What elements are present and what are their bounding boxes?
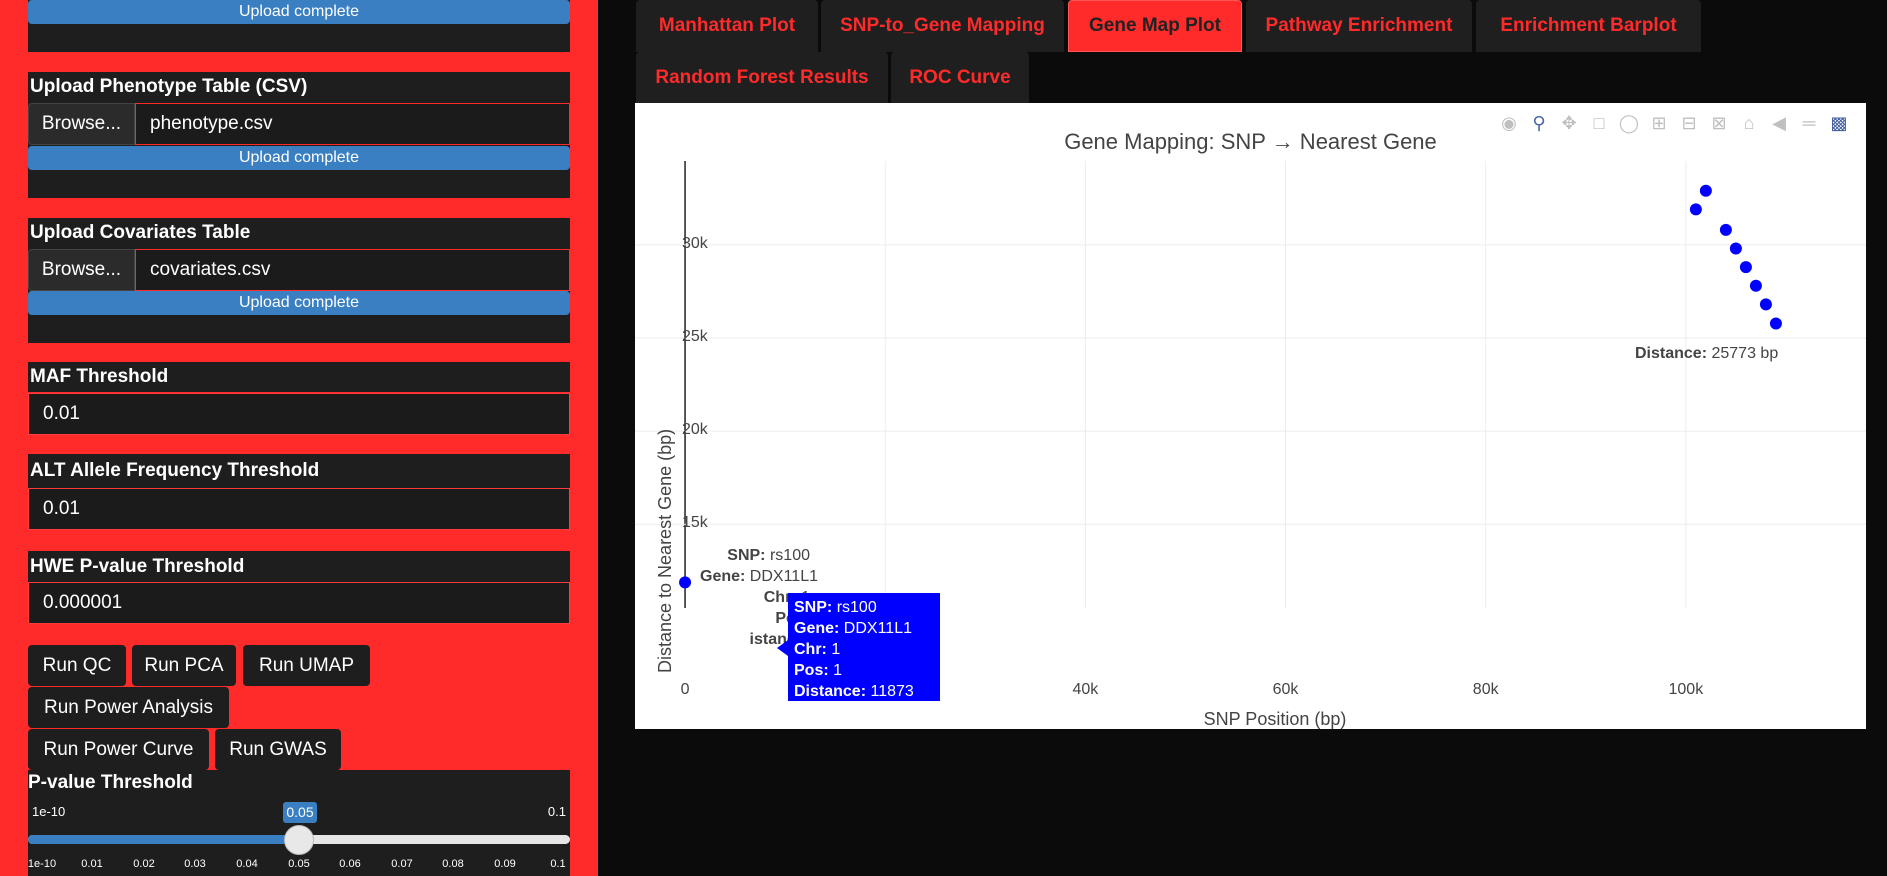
phenotype-upload-status: Upload complete (28, 146, 570, 170)
slider-tick-labels: 1e-10 0.01 0.02 0.03 0.04 0.05 0.06 0.07… (28, 858, 570, 874)
phenotype-file-input[interactable]: Browse... phenotype.csv (28, 103, 570, 145)
y-tick-label: 30k (682, 234, 708, 252)
slider-tick: 0.1 (550, 858, 566, 870)
slider-tick: 0.09 (494, 858, 516, 870)
scatter-point[interactable] (679, 576, 692, 589)
sidebar: Upload complete Upload Phenotype Table (… (0, 0, 598, 876)
y-tick-label: 25k (682, 327, 708, 345)
slider-tick: 0.04 (236, 858, 258, 870)
slider-tick: 1e-10 (27, 858, 57, 870)
slider-min-label: 1e-10 (32, 804, 66, 819)
tooltip-pos-key: Pos: (794, 662, 829, 679)
phenotype-file-name[interactable]: phenotype.csv (135, 103, 570, 145)
slider-tick: 0.01 (81, 858, 103, 870)
hwe-pvalue-input[interactable]: 0.000001 (28, 582, 570, 624)
y-axis-label: Distance to Nearest Gene (bp) (655, 428, 675, 673)
pvalue-slider-panel: P-value Threshold 1e-10 0.1 0.05 1e-10 0… (28, 770, 570, 876)
tab-gene-map-plot[interactable]: Gene Map Plot (1068, 0, 1242, 52)
scatter-point[interactable] (1719, 223, 1732, 236)
run-gwas-button[interactable]: Run GWAS (215, 729, 341, 770)
scatter-point[interactable] (1689, 203, 1702, 216)
scatter-point[interactable] (1769, 317, 1782, 330)
slider-max-label: 0.1 (547, 804, 566, 819)
scatter-point[interactable] (1739, 261, 1752, 274)
hover-pointer (777, 640, 788, 656)
phenotype-label: Upload Phenotype Table (CSV) (28, 72, 570, 102)
slider-handle[interactable] (284, 825, 314, 855)
slider-tick: 0.03 (184, 858, 206, 870)
hover-gene-key: Gene: (700, 568, 746, 585)
covariates-file-input[interactable]: Browse... covariates.csv (28, 249, 570, 291)
scatter-point[interactable] (1729, 242, 1742, 255)
run-power-curve-button[interactable]: Run Power Curve (28, 729, 209, 770)
tab-manhattan-plot[interactable]: Manhattan Plot (636, 0, 818, 52)
cluster-distance-key: Distance: (1635, 345, 1708, 362)
run-umap-button[interactable]: Run UMAP (243, 645, 370, 686)
pvalue-label: P-value Threshold (28, 772, 193, 793)
slider-tick: 0.07 (391, 858, 413, 870)
covariates-upload-status: Upload complete (28, 291, 570, 315)
alt-frequency-input[interactable]: 0.01 (28, 488, 570, 530)
tooltip-snp-key: SNP: (794, 599, 833, 616)
hover-snp-value: rs100 (769, 547, 810, 564)
hover-gene-value: DDX11L1 (749, 568, 818, 585)
tab-random-forest-results[interactable]: Random Forest Results (636, 52, 888, 104)
tab-enrichment-barplot[interactable]: Enrichment Barplot (1476, 0, 1701, 52)
tab-pathway-enrichment[interactable]: Pathway Enrichment (1246, 0, 1472, 52)
cluster-distance-value: 25773 bp (1711, 345, 1779, 362)
tooltip-chr-value: 1 (831, 641, 841, 658)
tooltip-gene-value: DDX11L1 (843, 620, 912, 637)
covariates-browse-button[interactable]: Browse... (28, 249, 135, 291)
y-tick-label: 15k (682, 514, 708, 532)
run-power-analysis-button[interactable]: Run Power Analysis (28, 687, 229, 728)
hwe-label: HWE P-value Threshold (28, 551, 570, 583)
cluster-labels: Distance: 25773 bp (1635, 345, 1778, 366)
run-qc-button[interactable]: Run QC (28, 645, 126, 686)
tooltip-pos-value: 1 (833, 662, 843, 679)
slider-tick: 0.05 (288, 858, 310, 870)
x-tick-label: 0 (680, 681, 690, 698)
covariates-label: Upload Covariates Table (28, 218, 570, 248)
slider-fill (28, 835, 298, 844)
x-tick-label: 60k (1272, 681, 1299, 698)
hover-tooltip: SNP: rs100 Gene: DDX11L1 Chr: 1 Pos: 1 D… (788, 593, 940, 721)
covariates-file-name[interactable]: covariates.csv (135, 249, 570, 291)
maf-threshold-input[interactable]: 0.01 (28, 393, 570, 435)
x-tick-label: 40k (1072, 681, 1099, 698)
scatter-point[interactable] (1699, 184, 1712, 197)
hover-snp-key: SNP: (727, 547, 766, 564)
x-tick-label: 100k (1668, 681, 1704, 698)
maf-label: MAF Threshold (28, 362, 570, 392)
scatter-point[interactable] (1749, 279, 1762, 292)
slider-tick: 0.02 (133, 858, 155, 870)
slider-value-bubble: 0.05 (283, 802, 317, 823)
upload-status-bar: Upload complete (28, 0, 570, 24)
x-tick-label: 80k (1472, 681, 1499, 698)
run-pca-button[interactable]: Run PCA (132, 645, 236, 686)
slider-tick: 0.08 (442, 858, 464, 870)
tab-roc-curve[interactable]: ROC Curve (891, 52, 1029, 104)
tooltip-chr-key: Chr: (794, 641, 827, 658)
tab-snp-to-gene-mapping[interactable]: SNP-to_Gene Mapping (821, 0, 1064, 52)
tooltip-gene-key: Gene: (794, 620, 840, 637)
phenotype-browse-button[interactable]: Browse... (28, 103, 135, 145)
alt-label: ALT Allele Frequency Threshold (28, 454, 570, 488)
scatter-point[interactable] (1759, 298, 1772, 311)
y-tick-label: 20k (682, 421, 708, 439)
slider-tick: 0.06 (339, 858, 361, 870)
tooltip-snp-value: rs100 (836, 599, 877, 616)
tooltip-distance-key: Distance: (794, 683, 867, 700)
